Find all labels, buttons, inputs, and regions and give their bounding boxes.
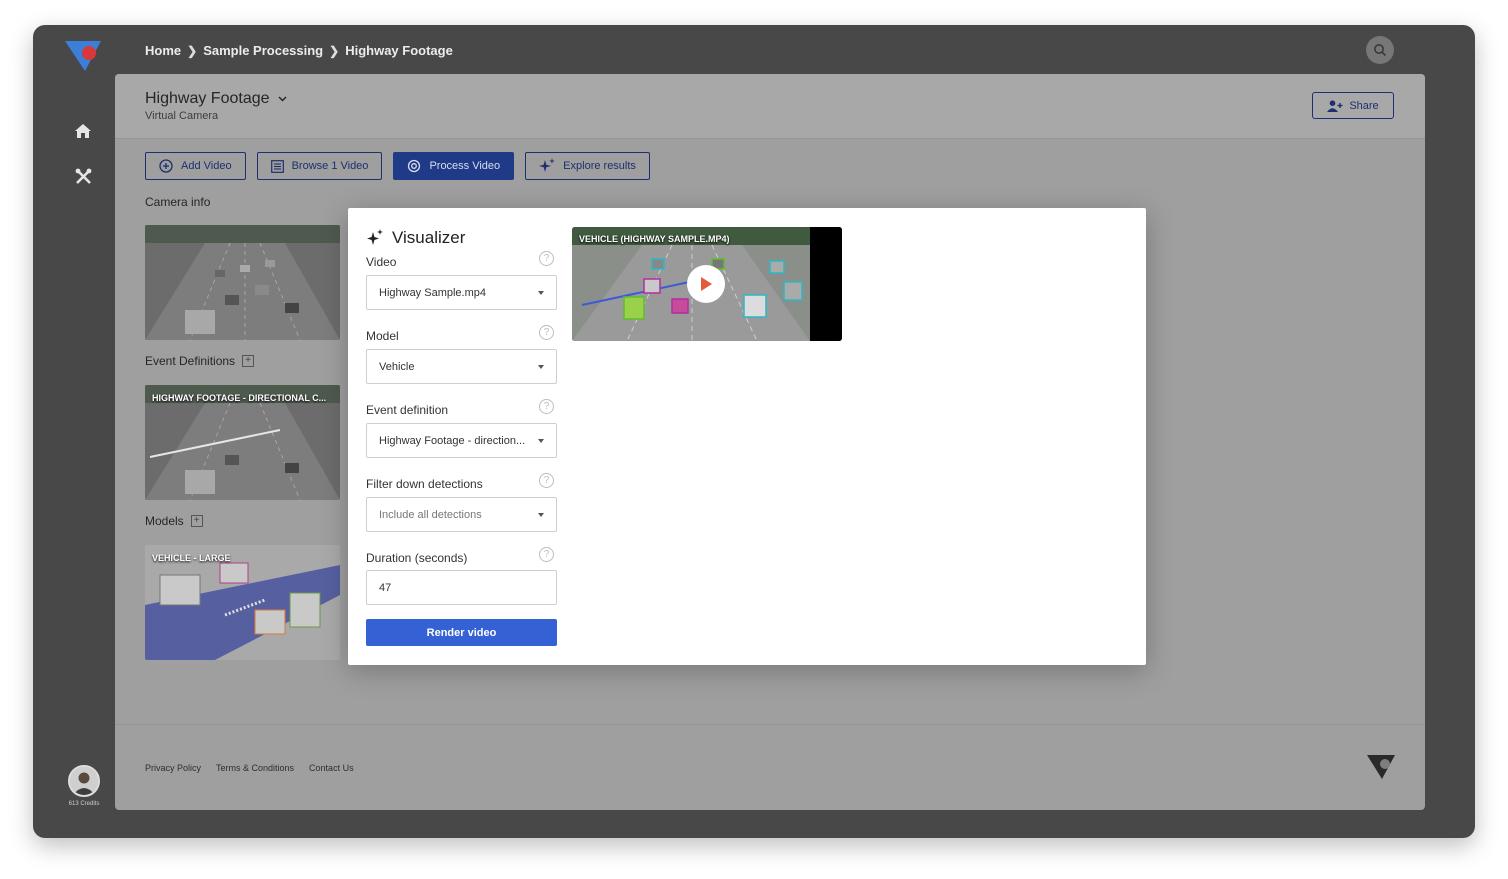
explore-results-button[interactable]: Explore results: [525, 152, 650, 180]
page-title[interactable]: Highway Footage: [145, 90, 287, 108]
highway-image: [145, 225, 340, 340]
breadcrumb: Home ❯ Sample Processing ❯ Highway Foota…: [145, 43, 453, 58]
browse-videos-label: Browse 1 Video: [291, 160, 369, 172]
filter-detections-select[interactable]: Include all detections: [366, 497, 557, 532]
contact-link[interactable]: Contact Us: [309, 763, 354, 773]
app-logo-icon[interactable]: [65, 39, 101, 73]
user-avatar[interactable]: [68, 765, 100, 797]
visualizer-heading: Visualizer: [366, 228, 465, 248]
avatar-image: [70, 767, 98, 795]
models-heading: Models +: [145, 514, 203, 528]
breadcrumb-sample-processing[interactable]: Sample Processing: [203, 43, 323, 58]
video-preview[interactable]: VEHICLE (HIGHWAY SAMPLE.MP4): [572, 227, 842, 341]
caret-down-icon: [538, 365, 544, 369]
add-video-button[interactable]: Add Video: [145, 152, 246, 180]
action-bar: Add Video Browse 1 Video Process Video E…: [145, 152, 650, 180]
nav-home[interactable]: [71, 119, 95, 143]
camera-thumbnail[interactable]: [145, 225, 340, 340]
model-select[interactable]: Vehicle: [366, 349, 557, 384]
breadcrumb-home[interactable]: Home: [145, 43, 181, 58]
camera-info-label: Camera info: [145, 195, 211, 209]
video-select[interactable]: Highway Sample.mp4: [366, 275, 557, 310]
event-definition-caption: HIGHWAY FOOTAGE - DIRECTIONAL C...: [152, 393, 327, 403]
share-button[interactable]: Share: [1312, 92, 1394, 119]
breadcrumb-current[interactable]: Highway Footage: [345, 43, 453, 58]
caret-down-icon: [538, 291, 544, 295]
chevron-right-icon: ❯: [329, 43, 340, 58]
search-icon: [1374, 44, 1387, 57]
duration-value: 47: [379, 581, 392, 594]
model-caption: VEHICLE - LARGE: [152, 553, 231, 563]
event-definition-thumbnail[interactable]: HIGHWAY FOOTAGE - DIRECTIONAL C...: [145, 385, 340, 500]
video-field-label: Video: [366, 255, 397, 269]
page-subtitle: Virtual Camera: [145, 110, 219, 122]
camera-info-heading: Camera info: [145, 195, 210, 209]
chevron-right-icon: ❯: [187, 43, 198, 58]
footer-divider: [115, 724, 1425, 725]
browse-videos-button[interactable]: Browse 1 Video: [256, 152, 383, 180]
privacy-policy-link[interactable]: Privacy Policy: [145, 763, 201, 773]
caret-down-icon: [538, 439, 544, 443]
model-thumbnail[interactable]: VEHICLE - LARGE: [145, 545, 340, 660]
process-video-button[interactable]: Process Video: [393, 152, 515, 180]
event-definitions-heading: Event Definitions +: [145, 354, 255, 368]
help-icon[interactable]: ?: [539, 325, 554, 340]
model-field-label: Model: [366, 329, 399, 343]
help-icon[interactable]: ?: [539, 547, 554, 562]
model-select-value: Vehicle: [379, 360, 415, 373]
event-definitions-label: Event Definitions: [145, 354, 236, 368]
nav-tools[interactable]: [71, 164, 95, 188]
event-definition-select[interactable]: Highway Footage - direction...: [366, 423, 557, 458]
filter-select-value: Include all detections: [379, 508, 482, 521]
render-video-label: Render video: [426, 626, 497, 639]
search-button[interactable]: [1366, 36, 1394, 64]
help-icon[interactable]: ?: [539, 251, 554, 266]
preview-caption: VEHICLE (HIGHWAY SAMPLE.MP4): [579, 234, 730, 244]
help-icon[interactable]: ?: [539, 473, 554, 488]
gear-icon: [408, 159, 421, 173]
explore-results-label: Explore results: [563, 160, 636, 172]
add-model-button[interactable]: +: [190, 515, 203, 527]
page-title-text: Highway Footage: [145, 90, 270, 107]
plus-circle-icon: [159, 159, 173, 173]
home-icon: [75, 124, 91, 138]
terms-link[interactable]: Terms & Conditions: [216, 763, 294, 773]
models-label: Models: [145, 514, 184, 528]
add-user-icon: [1327, 99, 1343, 112]
event-field-label: Event definition: [366, 403, 449, 417]
footer-links: Privacy Policy Terms & Conditions Contac…: [145, 763, 354, 773]
add-event-definition-button[interactable]: +: [242, 355, 255, 367]
panel-header: [115, 74, 1425, 139]
duration-input[interactable]: 47: [366, 570, 557, 605]
share-label: Share: [1349, 99, 1379, 112]
caret-down-icon: [538, 513, 544, 517]
event-select-value: Highway Footage - direction...: [379, 434, 526, 447]
help-icon[interactable]: ?: [539, 399, 554, 414]
sparkles-icon: [539, 158, 556, 172]
process-video-label: Process Video: [429, 160, 501, 172]
render-video-button[interactable]: Render video: [366, 619, 557, 646]
play-icon: [701, 277, 712, 291]
filter-field-label: Filter down detections: [366, 477, 483, 491]
credits-label: 613 Credits: [68, 801, 100, 807]
footer-logo-icon: [1367, 755, 1395, 779]
add-video-label: Add Video: [181, 160, 232, 172]
tools-icon: [75, 168, 91, 184]
duration-field-label: Duration (seconds): [366, 551, 468, 565]
play-button[interactable]: [687, 265, 725, 303]
chevron-down-icon: [277, 96, 287, 102]
list-icon: [270, 159, 284, 173]
video-select-value: Highway Sample.mp4: [379, 286, 486, 299]
visualizer-modal: Visualizer Video ? Highway Sample.mp4 Mo…: [348, 208, 1146, 665]
visualizer-title: Visualizer: [392, 228, 466, 247]
sparkles-icon: [367, 229, 383, 245]
